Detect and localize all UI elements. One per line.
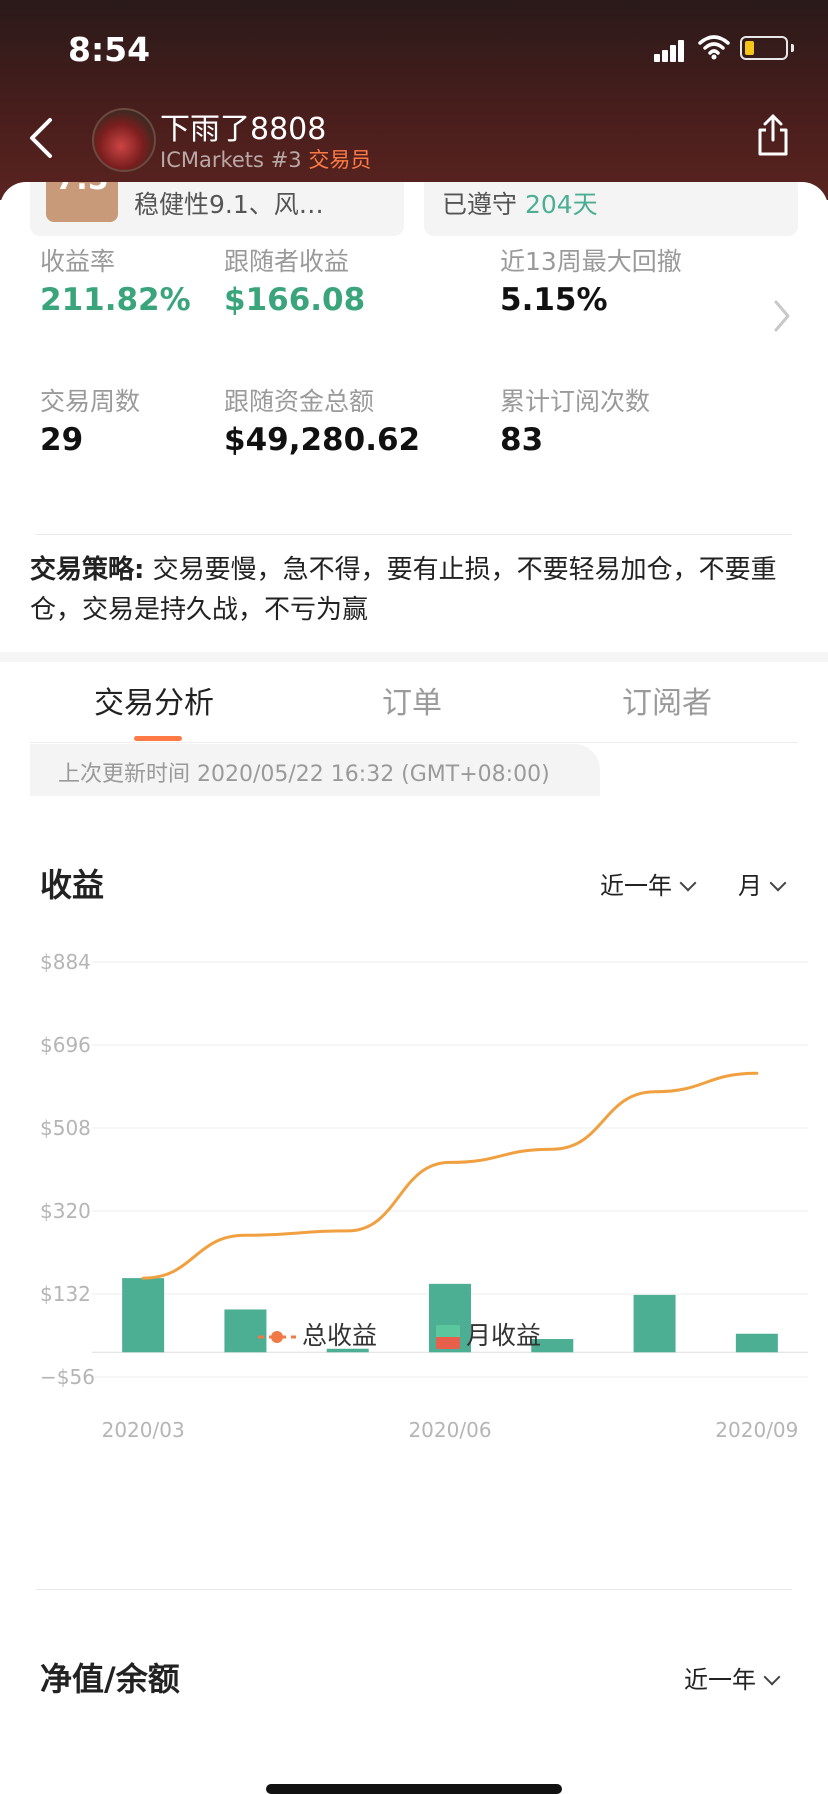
y-tick-label: $884 <box>40 950 91 974</box>
divider <box>36 1589 792 1590</box>
y-tick-label: −$56 <box>40 1365 95 1389</box>
legend-line-marker-icon <box>258 1331 296 1343</box>
bar-monthly-2020/08 <box>633 1294 676 1353</box>
y-tick-label: $132 <box>40 1282 91 1306</box>
x-tick-label: 2020/09 <box>715 1418 798 1442</box>
y-tick-label: $696 <box>40 1033 91 1057</box>
equity-balance-title: 净值/余额 <box>40 1660 180 1698</box>
chevron-down-icon <box>763 1668 781 1686</box>
legend-bar-marker-icon <box>436 1325 460 1349</box>
line-total-earnings <box>141 1071 759 1280</box>
y-tick-label: $320 <box>40 1199 91 1223</box>
y-tick-label: $508 <box>40 1116 91 1140</box>
home-indicator <box>266 1784 562 1794</box>
earnings-chart: $884 $696 $508 $320 $132 −$56 2020/03 2020/06 20… <box>40 950 808 1442</box>
x-tick-label: 2020/03 <box>102 1418 185 1442</box>
equity-period-dropdown[interactable]: 近一年 <box>684 1660 781 1695</box>
legend-monthly-earnings[interactable]: 月收益 <box>436 1316 541 1352</box>
x-tick-label: 2020/06 <box>408 1418 491 1442</box>
bar-monthly-2020/09 <box>735 1333 778 1353</box>
bar-monthly-2020/03 <box>122 1278 165 1353</box>
legend-total-earnings[interactable]: 总收益 <box>258 1316 377 1352</box>
